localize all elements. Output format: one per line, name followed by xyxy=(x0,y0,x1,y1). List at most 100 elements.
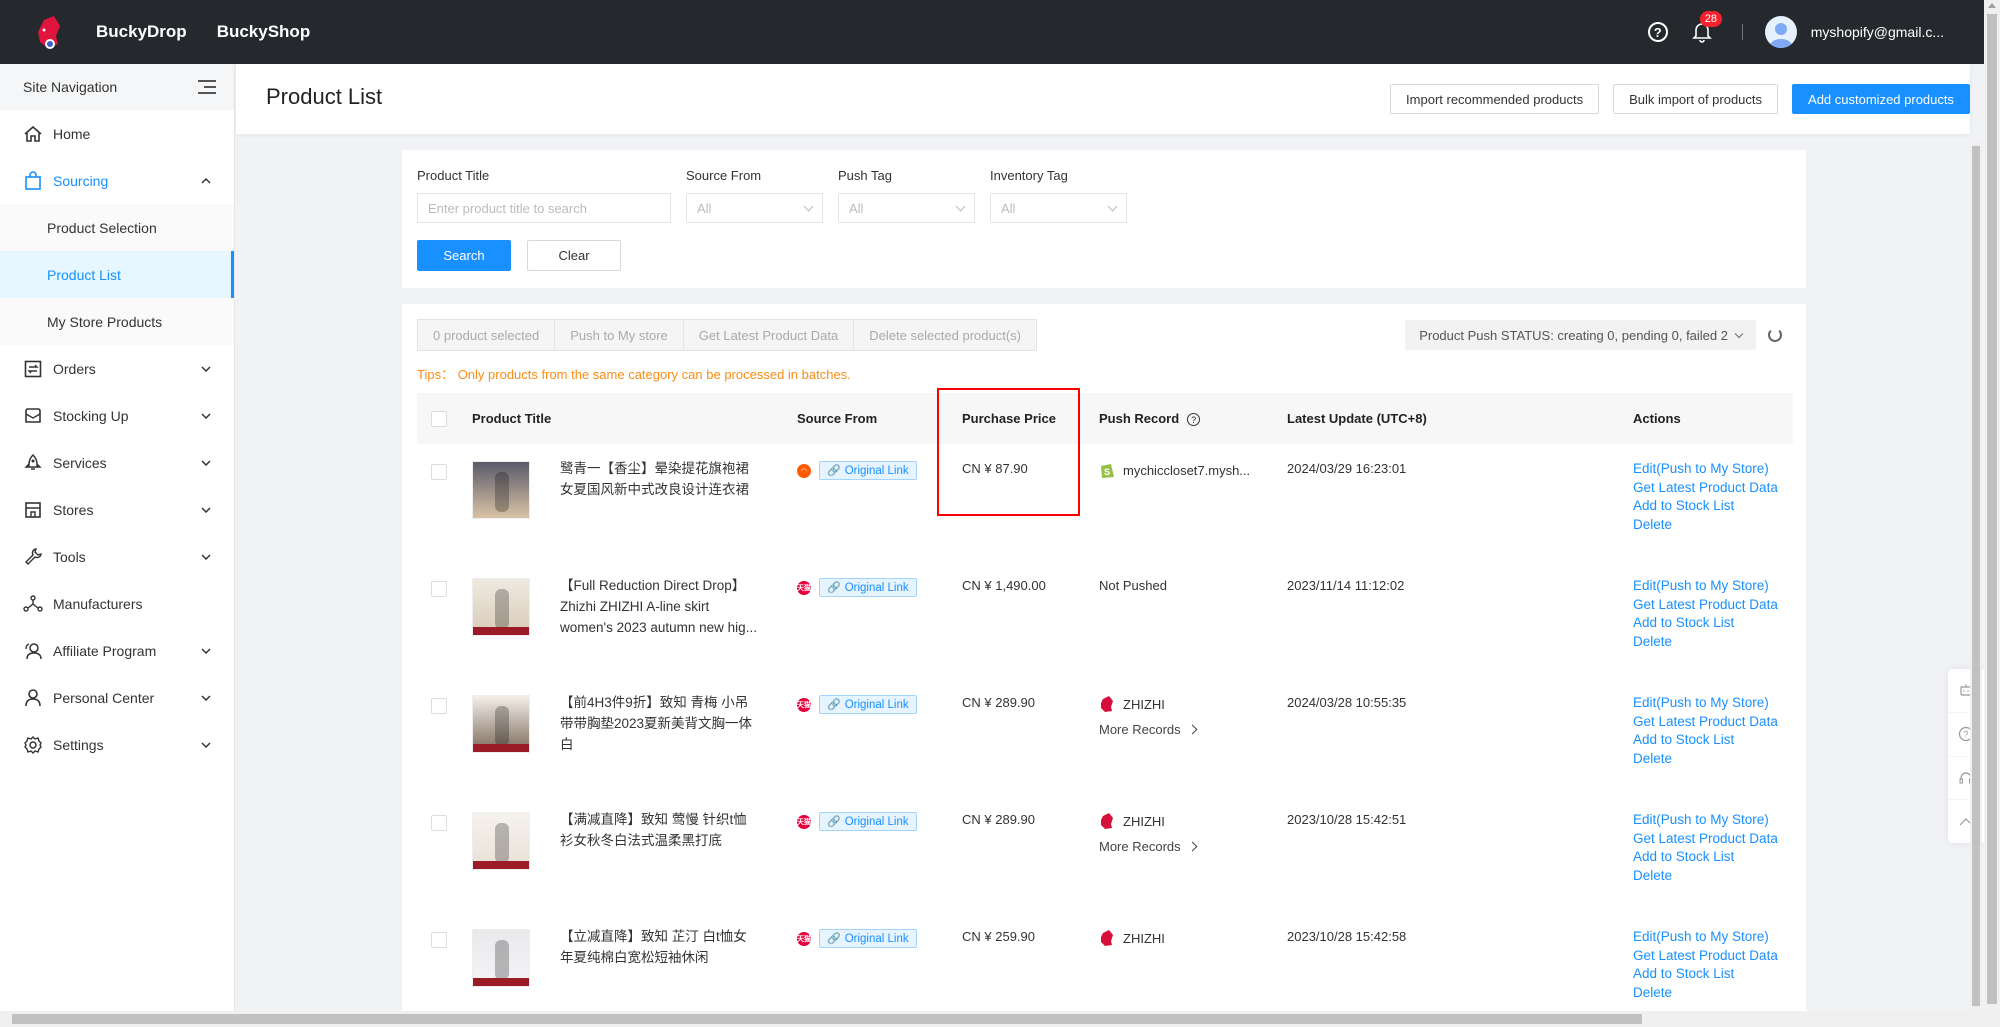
inventory-tag-label: Inventory Tag xyxy=(990,168,1068,183)
product-title[interactable]: 【Full Reduction Direct Drop】Zhizhi ZHIZH… xyxy=(560,575,760,638)
product-title[interactable]: 【立减直降】致知 芷汀 白t恤女年夏纯棉白宽松短袖休闲 xyxy=(560,926,760,987)
product-thumbnail[interactable] xyxy=(472,929,530,987)
delete-selected-button[interactable]: Delete selected product(s) xyxy=(854,320,1036,350)
push-tag-select[interactable]: All xyxy=(838,193,975,223)
select-all-checkbox[interactable] xyxy=(431,410,447,427)
sidebar-item-affiliate-program[interactable]: Affiliate Program xyxy=(0,627,234,674)
sidebar-header: Site Navigation xyxy=(0,64,234,110)
sidebar-title: Site Navigation xyxy=(23,79,118,95)
store-icon xyxy=(23,500,43,520)
sidebar-item-tools[interactable]: Tools xyxy=(0,533,234,580)
sidebar-item-settings[interactable]: Settings xyxy=(0,721,234,768)
product-thumbnail[interactable] xyxy=(472,578,530,636)
notification-badge: 28 xyxy=(1699,11,1722,27)
link-icon: 🔗 xyxy=(827,933,841,945)
table-row: 【立减直降】致知 芷汀 白t恤女年夏纯棉白宽松短袖休闲 天猫 🔗 Original L… xyxy=(417,912,1793,1011)
import-recommended-button[interactable]: Import recommended products xyxy=(1390,84,1600,114)
page-horizontal-scrollbar[interactable] xyxy=(0,1011,2000,1027)
original-link[interactable]: 🔗 Original Link xyxy=(819,812,917,831)
user-email[interactable]: myshopify@gmail.c... xyxy=(1811,24,1944,40)
push-status-dropdown[interactable]: Product Push STATUS: creating 0, pending… xyxy=(1405,320,1756,350)
product-title[interactable]: 【满减直降】致知 莺慢 针织t恤衫女秋冬白法式温柔黑打底 xyxy=(560,809,760,870)
latest-update: 2024/03/29 16:23:01 xyxy=(1287,461,1407,476)
page-vertical-scrollbar[interactable] xyxy=(1984,0,2000,1011)
push-to-store-button[interactable]: Push to My store xyxy=(555,320,684,350)
brand-buckydrop[interactable]: BuckyDrop xyxy=(96,22,187,42)
delete-link[interactable]: Delete xyxy=(1633,865,1793,887)
delete-link[interactable]: Delete xyxy=(1633,514,1793,536)
sidebar-item-personal-center[interactable]: Personal Center xyxy=(0,674,234,721)
avatar[interactable] xyxy=(1764,16,1797,48)
help-icon[interactable]: ? xyxy=(1187,413,1201,427)
chevron-right-icon xyxy=(1187,841,1198,852)
product-thumbnail[interactable] xyxy=(472,695,530,753)
product-title[interactable]: 鹭青一【香尘】晕染提花旗袍裙女夏国风新中式改良设计连衣裙 xyxy=(560,458,760,519)
row-checkbox[interactable] xyxy=(431,815,447,831)
refresh-icon[interactable] xyxy=(1768,328,1782,342)
add-customized-button[interactable]: Add customized products xyxy=(1792,84,1970,114)
chevron-down-icon xyxy=(200,692,212,704)
delete-link[interactable]: Delete xyxy=(1633,748,1793,770)
sidebar-item-product-list[interactable]: Product List xyxy=(0,251,234,298)
inventory-tag-select[interactable]: All xyxy=(990,193,1127,223)
more-records-link[interactable]: More Records xyxy=(1099,839,1287,854)
bulk-import-button[interactable]: Bulk import of products xyxy=(1613,84,1779,114)
purchase-price: CN ¥ 259.90 xyxy=(962,929,1035,944)
sidebar-item-stocking-up[interactable]: Stocking Up xyxy=(0,392,234,439)
chevron-down-icon xyxy=(955,201,966,211)
link-icon: 🔗 xyxy=(827,699,841,711)
sidebar-item-stores[interactable]: Stores xyxy=(0,486,234,533)
brand-buckyshop[interactable]: BuckyShop xyxy=(217,22,311,42)
sidebar-item-manufacturers[interactable]: Manufacturers xyxy=(0,580,234,627)
original-link[interactable]: 🔗 Original Link xyxy=(819,929,917,948)
shopify-icon: S xyxy=(1099,461,1115,479)
sidebar-item-my-store-products[interactable]: My Store Products xyxy=(0,298,234,345)
purchase-price: CN ¥ 289.90 xyxy=(962,695,1035,710)
batch-actions: 0 product selected Push to My store Get … xyxy=(417,319,1037,351)
col-latest-update: Latest Update (UTC+8) xyxy=(1287,411,1427,426)
sidebar-item-sourcing[interactable]: Sourcing xyxy=(0,157,234,204)
delete-link[interactable]: Delete xyxy=(1633,631,1793,653)
original-link[interactable]: 🔗 Original Link xyxy=(819,461,917,480)
push-record: ZHIZHI xyxy=(1123,813,1165,829)
row-checkbox[interactable] xyxy=(431,581,447,597)
sidebar-item-services[interactable]: Services xyxy=(0,439,234,486)
row-checkbox[interactable] xyxy=(431,464,447,480)
source-tmall-icon: 天猫 xyxy=(797,932,811,946)
buckyshop-store-icon xyxy=(1099,695,1115,713)
row-checkbox[interactable] xyxy=(431,698,447,714)
original-link[interactable]: 🔗 Original Link xyxy=(819,695,917,714)
buckyshop-store-icon xyxy=(1099,812,1115,830)
collapse-menu-icon[interactable] xyxy=(198,80,216,94)
delete-link[interactable]: Delete xyxy=(1633,982,1793,1004)
source-from-select[interactable]: All xyxy=(686,193,823,223)
sidebar-item-product-selection[interactable]: Product Selection xyxy=(0,204,234,251)
sidebar-item-orders[interactable]: Orders xyxy=(0,345,234,392)
product-thumbnail[interactable] xyxy=(472,461,530,519)
link-icon: 🔗 xyxy=(827,465,841,477)
sidebar-item-home[interactable]: Home xyxy=(0,110,234,157)
get-latest-data-button[interactable]: Get Latest Product Data xyxy=(684,320,855,350)
latest-update: 2023/10/28 15:42:58 xyxy=(1287,929,1407,944)
row-checkbox[interactable] xyxy=(431,932,447,948)
product-title-label: Product Title xyxy=(417,168,490,183)
product-title[interactable]: 【前4H3件9折】致知 青梅 小吊带带胸垫2023夏新美背文胸一体白 xyxy=(560,692,760,755)
original-link[interactable]: 🔗 Original Link xyxy=(819,578,917,597)
product-title-input[interactable]: Enter product title to search xyxy=(417,193,671,223)
more-records-link[interactable]: More Records xyxy=(1099,722,1287,737)
table-row: 【Full Reduction Direct Drop】Zhizhi ZHIZH… xyxy=(417,561,1793,678)
content-scrollbar[interactable] xyxy=(1970,140,1982,1010)
search-button[interactable]: Search xyxy=(417,240,511,271)
clear-button[interactable]: Clear xyxy=(527,240,621,271)
help-icon[interactable]: ? xyxy=(1647,22,1668,42)
table-row: 【前4H3件9折】致知 青梅 小吊带带胸垫2023夏新美背文胸一体白 天猫 🔗 Ori… xyxy=(417,678,1793,795)
orders-icon xyxy=(23,359,43,379)
notification-bell[interactable]: 28 xyxy=(1691,11,1722,43)
sidebar: Site Navigation Home Sourcing Product Se… xyxy=(0,64,235,1011)
table-header: Product Title Source From Purchase Price… xyxy=(417,393,1793,444)
chevron-down-icon xyxy=(200,457,212,469)
product-thumbnail[interactable] xyxy=(472,812,530,870)
chevron-down-icon xyxy=(200,739,212,751)
push-record: Not Pushed xyxy=(1099,578,1167,593)
buckydrop-logo[interactable] xyxy=(30,12,70,52)
